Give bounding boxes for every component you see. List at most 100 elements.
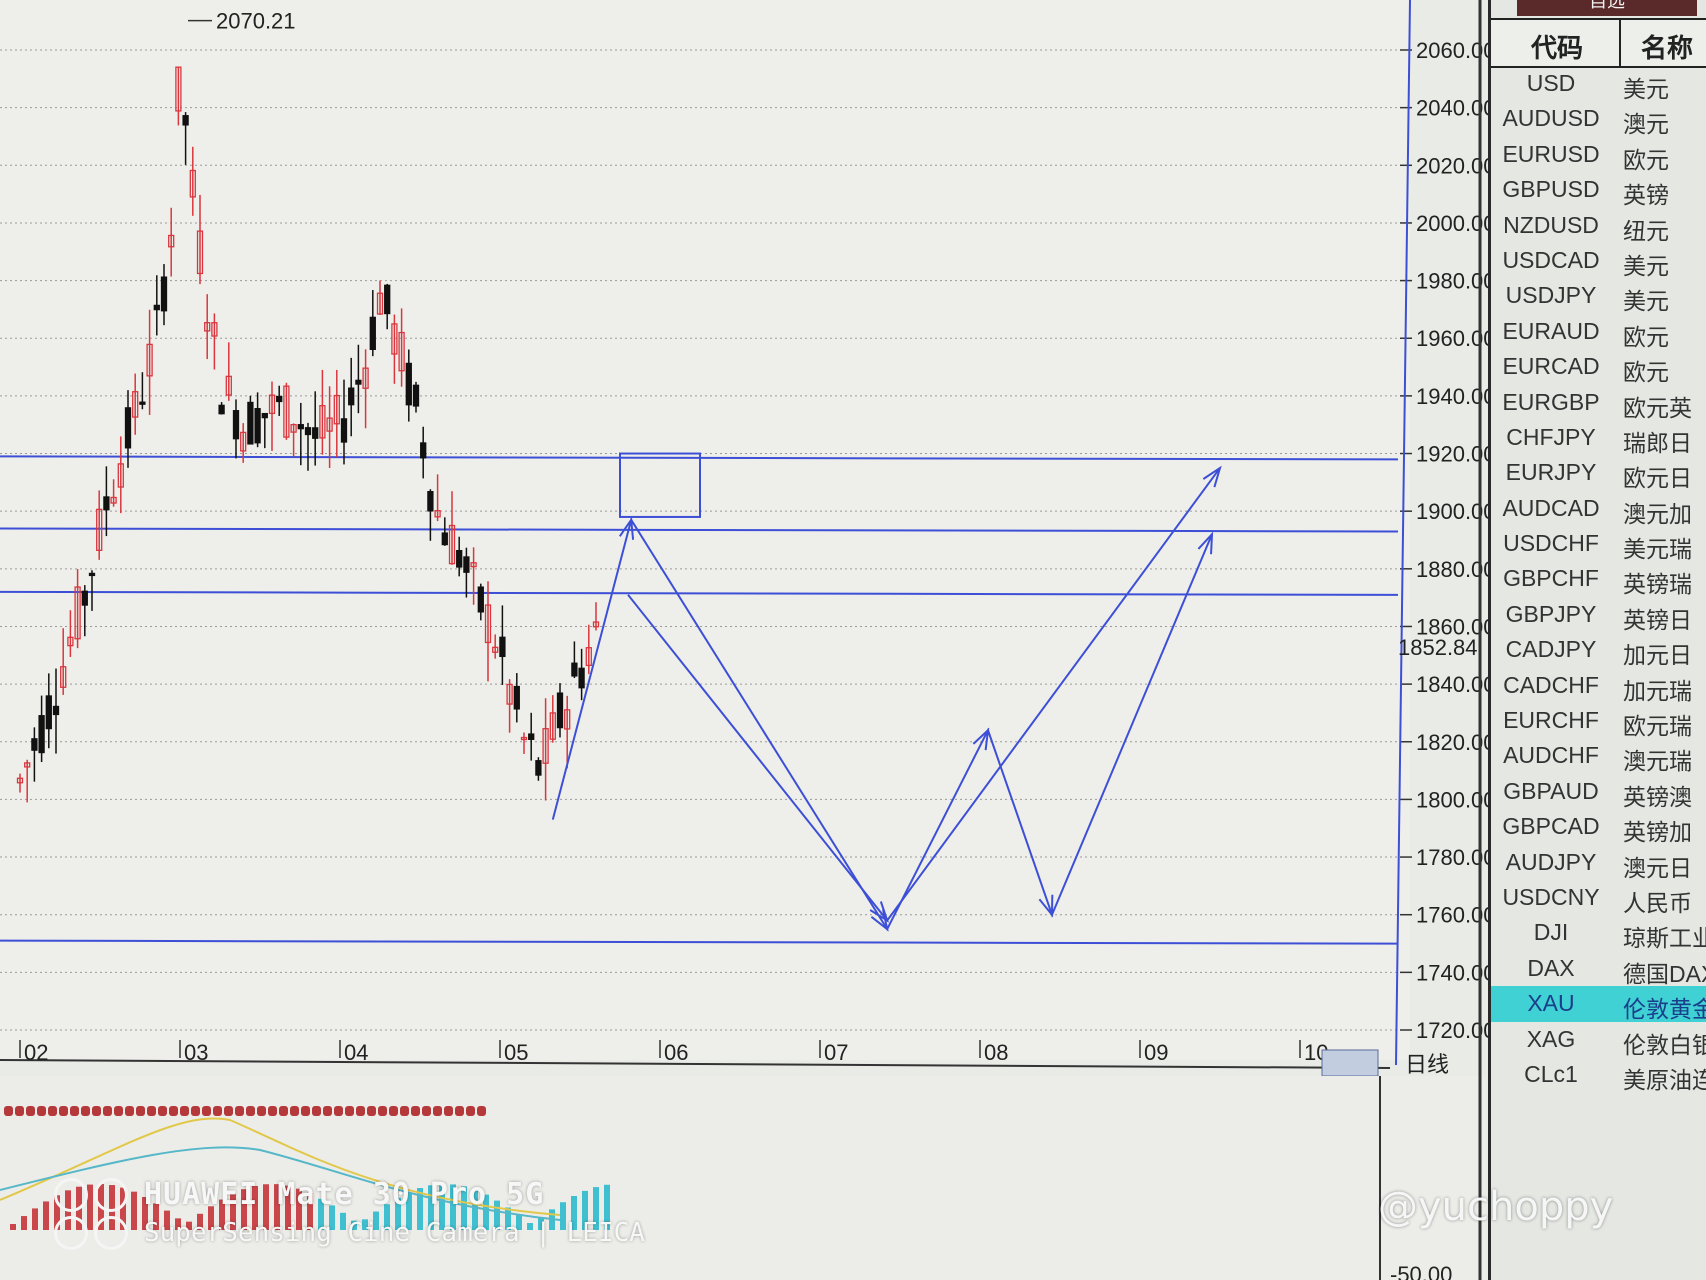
column-header-code[interactable]: 代码 [1531, 28, 1583, 65]
watchlist-row[interactable]: GBPAUD 英镑澳 [1491, 774, 1706, 810]
symbol-name: 欧元瑞 [1623, 713, 1692, 740]
candle-body [247, 401, 254, 445]
column-divider [1619, 20, 1621, 66]
y-tick-label: 2060.00 [1416, 38, 1496, 63]
symbol-code: CLc1 [1524, 1060, 1578, 1087]
indicator-dot [81, 1106, 90, 1116]
watchlist-rows: USD 美元 AUDUSD 澳元 EURUSD 欧元 GBPUSD 英镑 NZDUSD 纽元 USD… [1491, 66, 1706, 1093]
watchlist-row[interactable]: CADJPY 加元日 [1491, 632, 1706, 668]
watchlist-row[interactable]: XAU 伦敦黄金 [1491, 986, 1706, 1022]
watchlist-row[interactable]: EURUSD 欧元 [1491, 137, 1706, 173]
indicator-dot [477, 1106, 486, 1116]
candle-body [427, 491, 434, 512]
symbol-name: 英镑 [1623, 182, 1669, 209]
watchlist-row[interactable]: USDCNY 人民币 [1491, 880, 1706, 916]
watchlist-row[interactable]: EURGBP 欧元英 [1491, 385, 1706, 421]
watchlist-tab[interactable]: 自选 [1517, 0, 1697, 16]
x-tick-label: 07 [824, 1040, 848, 1065]
peak-label: 2070.21 [216, 9, 296, 34]
symbol-name: 欧元日 [1623, 465, 1692, 492]
watchlist-row[interactable]: NZDUSD 纽元 [1491, 208, 1706, 244]
candle-body [38, 715, 45, 754]
current-price-label: 1852.84 [1398, 635, 1478, 660]
watchlist-row[interactable]: USDCHF 美元瑞 [1491, 526, 1706, 563]
watermark-device: HUAWEI Mate 30 Pro 5G [144, 1177, 545, 1212]
watchlist-row[interactable]: EURCAD 欧元 [1491, 349, 1706, 385]
symbol-name: 伦敦白银 [1623, 1031, 1706, 1058]
y-tick-label: 1880.00 [1416, 557, 1496, 582]
watchlist-row[interactable]: AUDUSD 澳元 [1491, 101, 1706, 138]
candle-body [153, 304, 160, 311]
watchlist-row[interactable]: CADCHF 加元瑞 [1491, 668, 1706, 704]
symbol-code: XAG [1526, 1025, 1576, 1052]
camera-watermark: HUAWEI Mate 30 Pro 5G SuperSensing Cine … [54, 1176, 645, 1250]
candle-body [405, 362, 412, 406]
symbol-name: 美元 [1623, 252, 1669, 279]
macd-bar [32, 1208, 38, 1230]
watchlist-row[interactable]: EURJPY 欧元日 [1491, 455, 1706, 492]
indicator-dot [411, 1106, 420, 1116]
watchlist-row[interactable]: USDJPY 美元 [1491, 278, 1706, 315]
indicator-dot [48, 1106, 57, 1116]
symbol-name: 美元瑞 [1623, 536, 1692, 563]
watchlist-row[interactable]: GBPCHF 英镑瑞 [1491, 561, 1706, 597]
indicator-dot [356, 1106, 365, 1116]
x-tick-label: 08 [984, 1040, 1008, 1065]
x-axis-line [0, 1059, 1391, 1069]
column-header-name[interactable]: 名称 [1641, 28, 1693, 65]
x-tick-label: 03 [184, 1040, 208, 1065]
watchlist-row[interactable]: CHFJPY 瑞郎日 [1491, 420, 1706, 456]
candle-body [261, 412, 268, 419]
candle-body [384, 284, 391, 315]
candle-body [355, 379, 362, 385]
x-tick-label: 04 [344, 1040, 368, 1065]
y-tick-label: 1980.00 [1416, 269, 1496, 294]
watchlist-row[interactable]: CLc1 美原油连 [1491, 1057, 1706, 1093]
symbol-name: 欧元 [1623, 146, 1669, 173]
symbol-code: AUDCHF [1503, 742, 1599, 769]
candle-body [218, 404, 225, 415]
symbol-name: 澳元 [1623, 111, 1669, 138]
indicator-dot [323, 1106, 332, 1116]
candle-body [312, 427, 319, 439]
candle-body [304, 427, 312, 436]
candle-body [31, 738, 38, 751]
candle-body [369, 316, 376, 351]
indicator-dot [301, 1106, 310, 1116]
indicator-dot [312, 1106, 321, 1116]
chart-canvas[interactable]: 2060.00 2040.00 2020.00 2000.00 1980.00 1960.… [0, 0, 1706, 1280]
watchlist-row[interactable]: AUDCAD 澳元加 [1491, 491, 1706, 527]
price-chart[interactable]: 2060.00 2040.00 2020.00 2000.00 1980.00 1960.… [0, 0, 1706, 1280]
candle-body [340, 418, 348, 443]
watchlist-row[interactable]: USD 美元 [1491, 66, 1706, 102]
symbol-name: 澳元日 [1623, 854, 1692, 881]
indicator-dot [290, 1106, 299, 1116]
watchlist-row[interactable]: DAX 德国DAX [1491, 951, 1706, 987]
watchlist-row[interactable]: EURAUD 欧元 [1491, 314, 1706, 350]
symbol-code: DJI [1533, 919, 1569, 946]
indicator-dot [4, 1106, 13, 1116]
watchlist-row[interactable]: GBPJPY 英镑日 [1491, 597, 1706, 633]
indicator-dot [444, 1106, 453, 1116]
watchlist-row[interactable]: DJI 琼斯工业 [1491, 915, 1706, 952]
y-tick-label: 1940.00 [1416, 384, 1496, 409]
watchlist-row[interactable]: USDCAD 美元 [1491, 243, 1706, 279]
candle-body [254, 408, 261, 444]
symbol-name: 美元 [1623, 288, 1669, 315]
watchlist-row[interactable]: XAG 伦敦白银 [1491, 1022, 1706, 1058]
symbol-name: 琼斯工业 [1623, 925, 1706, 952]
watchlist-row[interactable]: GBPUSD 英镑 [1491, 172, 1706, 209]
x-tick-label: 05 [504, 1040, 528, 1065]
indicator-dot [169, 1106, 178, 1116]
y-tick-label: 1820.00 [1416, 730, 1496, 755]
watchlist-row[interactable]: AUDJPY 澳元日 [1491, 845, 1706, 881]
watchlist-row[interactable]: AUDCHF 澳元瑞 [1491, 738, 1706, 774]
y-tick-label: 1800.00 [1416, 787, 1496, 812]
symbol-code: USDCHF [1503, 530, 1599, 557]
watchlist-row[interactable]: EURCHF 欧元瑞 [1491, 703, 1706, 740]
watchlist-row[interactable]: GBPCAD 英镑加 [1491, 809, 1706, 845]
macd-bar [43, 1201, 49, 1230]
candle-body [571, 662, 578, 677]
indicator-dot [400, 1106, 409, 1116]
x-tick-label: 06 [664, 1040, 688, 1065]
